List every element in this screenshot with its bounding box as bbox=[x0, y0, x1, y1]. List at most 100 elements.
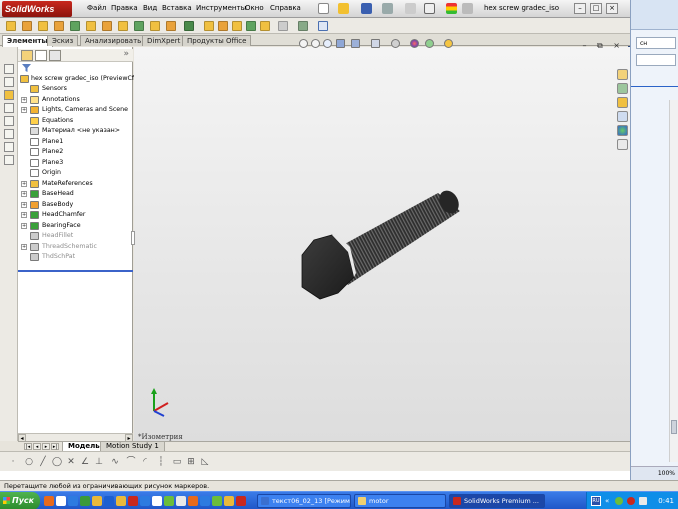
quicklaunch-15-icon[interactable] bbox=[212, 496, 222, 506]
expand-node-icon[interactable]: + bbox=[21, 222, 27, 229]
menu-tools[interactable]: Инструменты bbox=[196, 4, 246, 12]
left-tool-1-icon[interactable] bbox=[4, 64, 14, 74]
menu-window[interactable]: Окно bbox=[245, 4, 264, 12]
background-scroll-thumb[interactable] bbox=[671, 420, 677, 434]
sweep-icon[interactable] bbox=[38, 21, 48, 31]
feature-filter[interactable] bbox=[18, 63, 133, 73]
close-button[interactable]: × bbox=[606, 3, 618, 14]
open-folder-icon[interactable] bbox=[338, 3, 349, 14]
tray-icon-3[interactable] bbox=[639, 497, 647, 505]
expand-node-icon[interactable]: + bbox=[21, 107, 27, 113]
tab-evaluate[interactable]: Анализировать bbox=[80, 35, 147, 46]
graphics-area[interactable]: – ⧉ × *Изометрия bbox=[131, 39, 630, 441]
previous-tab-icon[interactable]: ◂ bbox=[33, 443, 41, 450]
pattern-icon[interactable] bbox=[184, 21, 194, 31]
tab-office-products[interactable]: Продукты Office bbox=[182, 35, 252, 46]
tray-expand-icon[interactable]: « bbox=[605, 492, 609, 509]
tab-features[interactable]: Элементы bbox=[2, 35, 53, 47]
quicklaunch-1-icon[interactable] bbox=[44, 496, 54, 506]
revolve-icon[interactable] bbox=[22, 21, 32, 31]
draft-icon[interactable] bbox=[166, 21, 176, 31]
dome-icon[interactable] bbox=[246, 21, 256, 31]
left-tool-2-icon[interactable] bbox=[4, 77, 14, 87]
quicklaunch-8-icon[interactable] bbox=[128, 496, 138, 506]
rib-icon[interactable] bbox=[134, 21, 144, 31]
sketch-point-icon[interactable]: · bbox=[8, 457, 18, 467]
instant3d-icon[interactable] bbox=[298, 21, 308, 31]
background-scrollbar[interactable] bbox=[669, 100, 678, 462]
expand-node-icon[interactable]: + bbox=[21, 243, 27, 250]
left-tool-7-icon[interactable] bbox=[4, 142, 14, 152]
taskbar-item-motor-folder[interactable]: motor bbox=[354, 494, 446, 508]
new-document-icon[interactable] bbox=[318, 3, 329, 14]
quicklaunch-2-icon[interactable] bbox=[56, 496, 66, 506]
mirror-icon[interactable] bbox=[204, 21, 214, 31]
configuration-manager-tab-icon[interactable] bbox=[49, 50, 61, 61]
undo-icon[interactable] bbox=[405, 3, 416, 14]
quicklaunch-13-icon[interactable] bbox=[188, 496, 198, 506]
quicklaunch-14-icon[interactable] bbox=[200, 496, 210, 506]
first-tab-icon[interactable]: |◂ bbox=[24, 443, 32, 450]
angle-icon[interactable]: ∠ bbox=[80, 457, 90, 467]
property-manager-tab-icon[interactable] bbox=[35, 50, 47, 61]
instant3d-toggle-icon[interactable] bbox=[318, 21, 328, 31]
quicklaunch-12-icon[interactable] bbox=[176, 496, 186, 506]
minimize-button[interactable]: – bbox=[574, 3, 586, 14]
quicklaunch-3-icon[interactable] bbox=[68, 496, 78, 506]
quicklaunch-9-icon[interactable] bbox=[140, 496, 150, 506]
menu-help[interactable]: Справка bbox=[270, 4, 301, 12]
tab-sketch[interactable]: Эскиз bbox=[47, 35, 79, 46]
expand-node-icon[interactable]: + bbox=[21, 201, 27, 208]
left-tool-5-icon[interactable] bbox=[4, 116, 14, 126]
extrude-boss-icon[interactable] bbox=[6, 21, 16, 31]
expand-node-icon[interactable]: + bbox=[21, 180, 27, 187]
trim-icon[interactable]: ✕ bbox=[66, 457, 76, 467]
quicklaunch-11-icon[interactable] bbox=[164, 496, 174, 506]
solidworks-logo[interactable]: SolidWorks bbox=[2, 1, 72, 17]
left-tool-6-icon[interactable] bbox=[4, 129, 14, 139]
shell-icon[interactable] bbox=[150, 21, 160, 31]
arc-icon[interactable]: ◜ bbox=[140, 457, 150, 467]
dimension-icon[interactable]: ⊥ bbox=[94, 457, 104, 467]
background-field[interactable]: сн bbox=[636, 37, 676, 49]
wrap-icon[interactable] bbox=[232, 21, 242, 31]
tray-icon-1[interactable] bbox=[615, 497, 623, 505]
expand-node-icon[interactable]: + bbox=[21, 212, 27, 218]
left-tool-4-icon[interactable] bbox=[4, 103, 14, 113]
triangle-icon[interactable]: ◺ bbox=[200, 457, 210, 467]
tray-icon-2[interactable] bbox=[627, 497, 635, 505]
fillet-icon[interactable] bbox=[102, 21, 112, 31]
taskbar-item-word-document[interactable]: текст06_02_13 [Режим ... bbox=[257, 494, 351, 508]
options-icon[interactable] bbox=[462, 3, 473, 14]
tab-dimxpert[interactable]: DimXpert bbox=[142, 35, 186, 46]
grid-icon[interactable]: ⊞ bbox=[186, 457, 196, 467]
curves-icon[interactable] bbox=[260, 21, 270, 31]
quicklaunch-17-icon[interactable] bbox=[236, 496, 246, 506]
rollback-bar[interactable] bbox=[18, 270, 133, 272]
quicklaunch-10-icon[interactable] bbox=[152, 496, 162, 506]
left-tool-3-icon[interactable] bbox=[4, 90, 14, 100]
revolve-cut-icon[interactable] bbox=[86, 21, 96, 31]
chamfer-icon[interactable] bbox=[118, 21, 128, 31]
offset-icon[interactable]: ⌒ bbox=[126, 457, 136, 467]
loft-icon[interactable] bbox=[54, 21, 64, 31]
feature-manager-tab-icon[interactable] bbox=[21, 50, 33, 61]
feature-manager-scrollbar[interactable]: ◂ ▸ bbox=[18, 433, 133, 442]
line-icon[interactable]: ╱ bbox=[38, 457, 48, 467]
hex-screw-model[interactable] bbox=[134, 47, 630, 441]
quicklaunch-6-icon[interactable] bbox=[104, 496, 114, 506]
menu-edit[interactable]: Правка bbox=[111, 4, 138, 12]
circle-icon[interactable]: ○ bbox=[24, 457, 34, 467]
expand-node-icon[interactable]: + bbox=[21, 191, 27, 197]
save-icon[interactable] bbox=[361, 3, 372, 14]
language-indicator[interactable]: RU bbox=[591, 496, 601, 506]
reference-geometry-icon[interactable] bbox=[278, 21, 288, 31]
quicklaunch-5-icon[interactable] bbox=[92, 496, 102, 506]
next-tab-icon[interactable]: ▸ bbox=[42, 443, 50, 450]
menu-insert[interactable]: Вставка bbox=[162, 4, 192, 12]
menu-view[interactable]: Вид bbox=[143, 4, 157, 12]
quicklaunch-4-icon[interactable] bbox=[80, 496, 90, 506]
last-tab-icon[interactable]: ▸| bbox=[51, 443, 59, 450]
expand-node-icon[interactable]: + bbox=[21, 96, 27, 103]
maximize-button[interactable]: □ bbox=[590, 3, 602, 14]
